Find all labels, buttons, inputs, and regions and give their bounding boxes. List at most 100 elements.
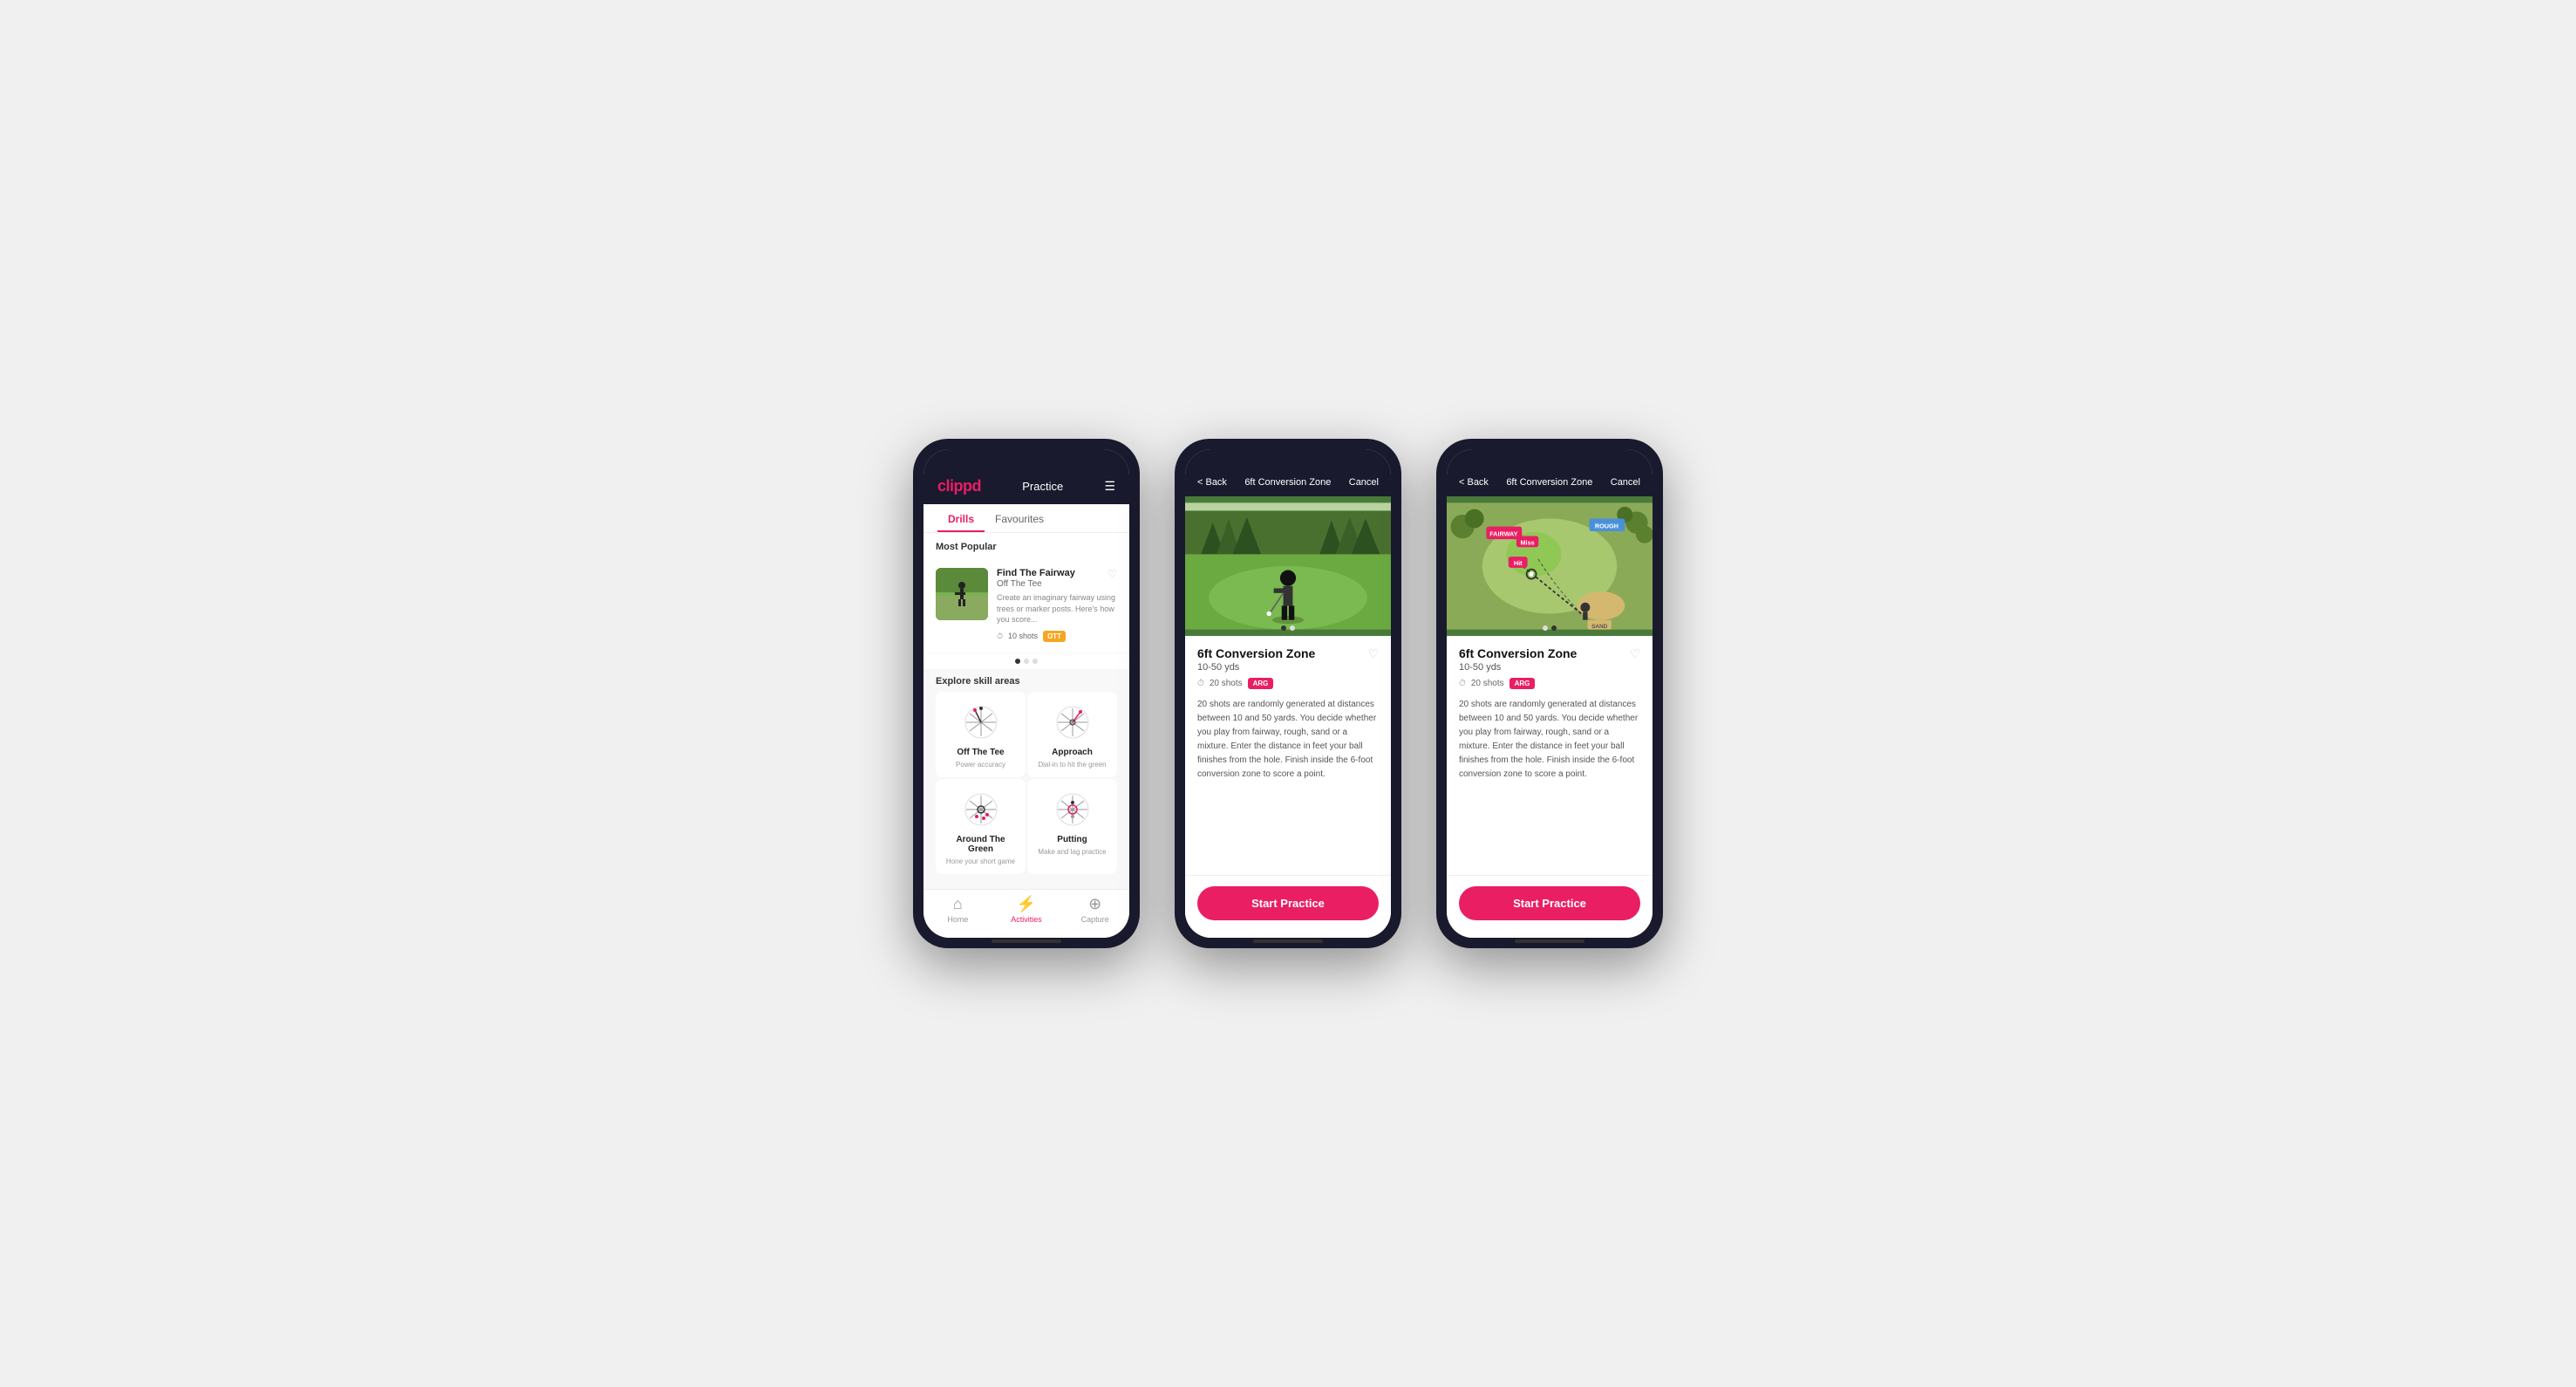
activities-icon: ⚡	[1017, 895, 1036, 913]
detail-content-2: 6ft Conversion Zone 10-50 yds ♡ ⏱ 20 sho…	[1185, 636, 1391, 875]
home-bar-3	[1515, 939, 1584, 943]
card-thumbnail	[936, 568, 988, 620]
skill-desc-arg: Hone your short game	[946, 857, 1015, 865]
skill-off-the-tee[interactable]: Off The Tee Power accuracy	[936, 692, 1026, 777]
detail-content-3: 6ft Conversion Zone 10-50 yds ♡ ⏱ 20 sho…	[1447, 636, 1653, 875]
bottom-nav: ⌂ Home ⚡ Activities ⊕ Capture	[923, 889, 1129, 938]
drill-description-3: 20 shots are randomly generated at dista…	[1459, 698, 1640, 782]
detail-dots-2	[1281, 625, 1295, 631]
svg-text:Hit: Hit	[1514, 559, 1523, 567]
skill-icon-putting	[1046, 788, 1099, 831]
drill-meta-3: ⏱ 20 shots ARG	[1459, 678, 1640, 689]
badge-arg-3: ARG	[1509, 678, 1536, 689]
skill-icon-arg	[955, 788, 1007, 831]
skill-icon-approach	[1046, 700, 1099, 744]
skill-name-approach: Approach	[1052, 748, 1093, 757]
home-bar-2	[1253, 939, 1323, 943]
app-logo: clippd	[937, 477, 981, 495]
badge-arg-2: ARG	[1248, 678, 1274, 689]
dot-b	[1290, 625, 1295, 631]
card-title: Find The Fairway	[997, 568, 1117, 578]
card-description: Create an imaginary fairway using trees …	[997, 592, 1117, 625]
fav-icon-2[interactable]: ♡	[1367, 646, 1379, 661]
card-meta: ⏱ 10 shots OTT	[997, 631, 1117, 642]
nav-home[interactable]: ⌂ Home	[923, 895, 992, 924]
favourite-icon[interactable]: ♡	[1107, 568, 1117, 580]
cancel-button-3[interactable]: Cancel	[1611, 477, 1640, 488]
detail-hero-3: FAIRWAY ROUGH Miss Hit SAND	[1447, 496, 1653, 636]
svg-text:SAND: SAND	[1591, 624, 1607, 630]
drill-header-2: 6ft Conversion Zone 10-50 yds ♡	[1197, 646, 1379, 673]
skill-icon-ott	[955, 700, 1007, 744]
tab-drills[interactable]: Drills	[937, 504, 985, 532]
hero-golf-svg	[1185, 496, 1391, 636]
skill-putting[interactable]: Putting Make and lag practice	[1027, 779, 1117, 874]
skill-desc-approach: Dial-in to hit the green	[1038, 761, 1106, 769]
shots-count: 10 shots	[1008, 632, 1038, 640]
dot-1	[1015, 659, 1020, 664]
skill-name-putting: Putting	[1057, 835, 1087, 844]
back-button-2[interactable]: < Back	[1197, 477, 1227, 488]
dot-a	[1281, 625, 1286, 631]
dot-c	[1543, 625, 1548, 631]
drill-badge: OTT	[1043, 631, 1066, 642]
golf-scene-svg	[936, 568, 988, 620]
home-bar	[992, 939, 1061, 943]
notch-2	[1253, 439, 1323, 460]
drill-range-2: 10-50 yds	[1197, 662, 1315, 673]
drill-info-2: 6ft Conversion Zone 10-50 yds	[1197, 646, 1315, 673]
notch-3	[1515, 439, 1584, 460]
skill-approach[interactable]: Approach Dial-in to hit the green	[1027, 692, 1117, 777]
fav-icon-3[interactable]: ♡	[1629, 646, 1640, 661]
card-content: Find The Fairway Off The Tee Create an i…	[997, 568, 1117, 642]
main-content: Most Popular	[923, 533, 1129, 889]
detail-dots-3	[1543, 625, 1557, 631]
nav-capture[interactable]: ⊕ Capture	[1060, 895, 1129, 924]
detail-hero-2	[1185, 496, 1391, 636]
explore-title: Explore skill areas	[923, 669, 1129, 692]
drill-range-3: 10-50 yds	[1459, 662, 1577, 673]
skill-around-green[interactable]: Around The Green Hone your short game	[936, 779, 1026, 874]
detail-title-2: 6ft Conversion Zone	[1244, 477, 1331, 488]
drill-title-2: 6ft Conversion Zone	[1197, 646, 1315, 660]
nav-activities[interactable]: ⚡ Activities	[992, 895, 1061, 924]
dot-d	[1551, 625, 1557, 631]
start-practice-button-3[interactable]: Start Practice	[1459, 886, 1640, 920]
clock-icon: ⏱	[997, 632, 1003, 641]
svg-text:Miss: Miss	[1521, 538, 1535, 546]
nav-activities-label: Activities	[1011, 915, 1042, 924]
svg-text:FAIRWAY: FAIRWAY	[1489, 530, 1517, 538]
skill-desc-putting: Make and lag practice	[1038, 848, 1106, 856]
phone-3: < Back 6ft Conversion Zone Cancel	[1436, 439, 1663, 948]
dot-3	[1032, 659, 1038, 664]
shots-2: 20 shots	[1210, 679, 1243, 688]
skill-grid: Off The Tee Power accuracy	[923, 692, 1129, 883]
tab-bar: Drills Favourites	[923, 504, 1129, 533]
tab-favourites[interactable]: Favourites	[985, 504, 1054, 532]
drill-header-3: 6ft Conversion Zone 10-50 yds ♡	[1459, 646, 1640, 673]
nav-capture-label: Capture	[1081, 915, 1109, 924]
phone-1: clippd Practice ☰ Drills Favourites Most…	[913, 439, 1140, 948]
dot-2	[1024, 659, 1029, 664]
card-subtitle: Off The Tee	[997, 579, 1117, 589]
drill-title-3: 6ft Conversion Zone	[1459, 646, 1577, 660]
nav-home-label: Home	[947, 915, 968, 924]
phone-2: < Back 6ft Conversion Zone Cancel	[1175, 439, 1401, 948]
clock-icon-3: ⏱	[1459, 679, 1466, 688]
cancel-button-2[interactable]: Cancel	[1349, 477, 1379, 488]
detail-title-3: 6ft Conversion Zone	[1506, 477, 1592, 488]
clock-icon-2: ⏱	[1197, 679, 1204, 688]
header-title: Practice	[1022, 480, 1063, 493]
skill-name-arg: Around The Green	[943, 835, 1019, 854]
menu-icon[interactable]: ☰	[1104, 479, 1115, 494]
featured-card[interactable]: Find The Fairway Off The Tee Create an i…	[923, 557, 1129, 653]
most-popular-title: Most Popular	[923, 533, 1129, 557]
start-practice-button-2[interactable]: Start Practice	[1197, 886, 1379, 920]
drill-info-3: 6ft Conversion Zone 10-50 yds	[1459, 646, 1577, 673]
shots-3: 20 shots	[1471, 679, 1504, 688]
home-icon: ⌂	[953, 895, 963, 913]
start-btn-area-2: Start Practice	[1185, 875, 1391, 938]
drill-description-2: 20 shots are randomly generated at dista…	[1197, 698, 1379, 782]
back-button-3[interactable]: < Back	[1459, 477, 1489, 488]
carousel-dots	[923, 653, 1129, 669]
